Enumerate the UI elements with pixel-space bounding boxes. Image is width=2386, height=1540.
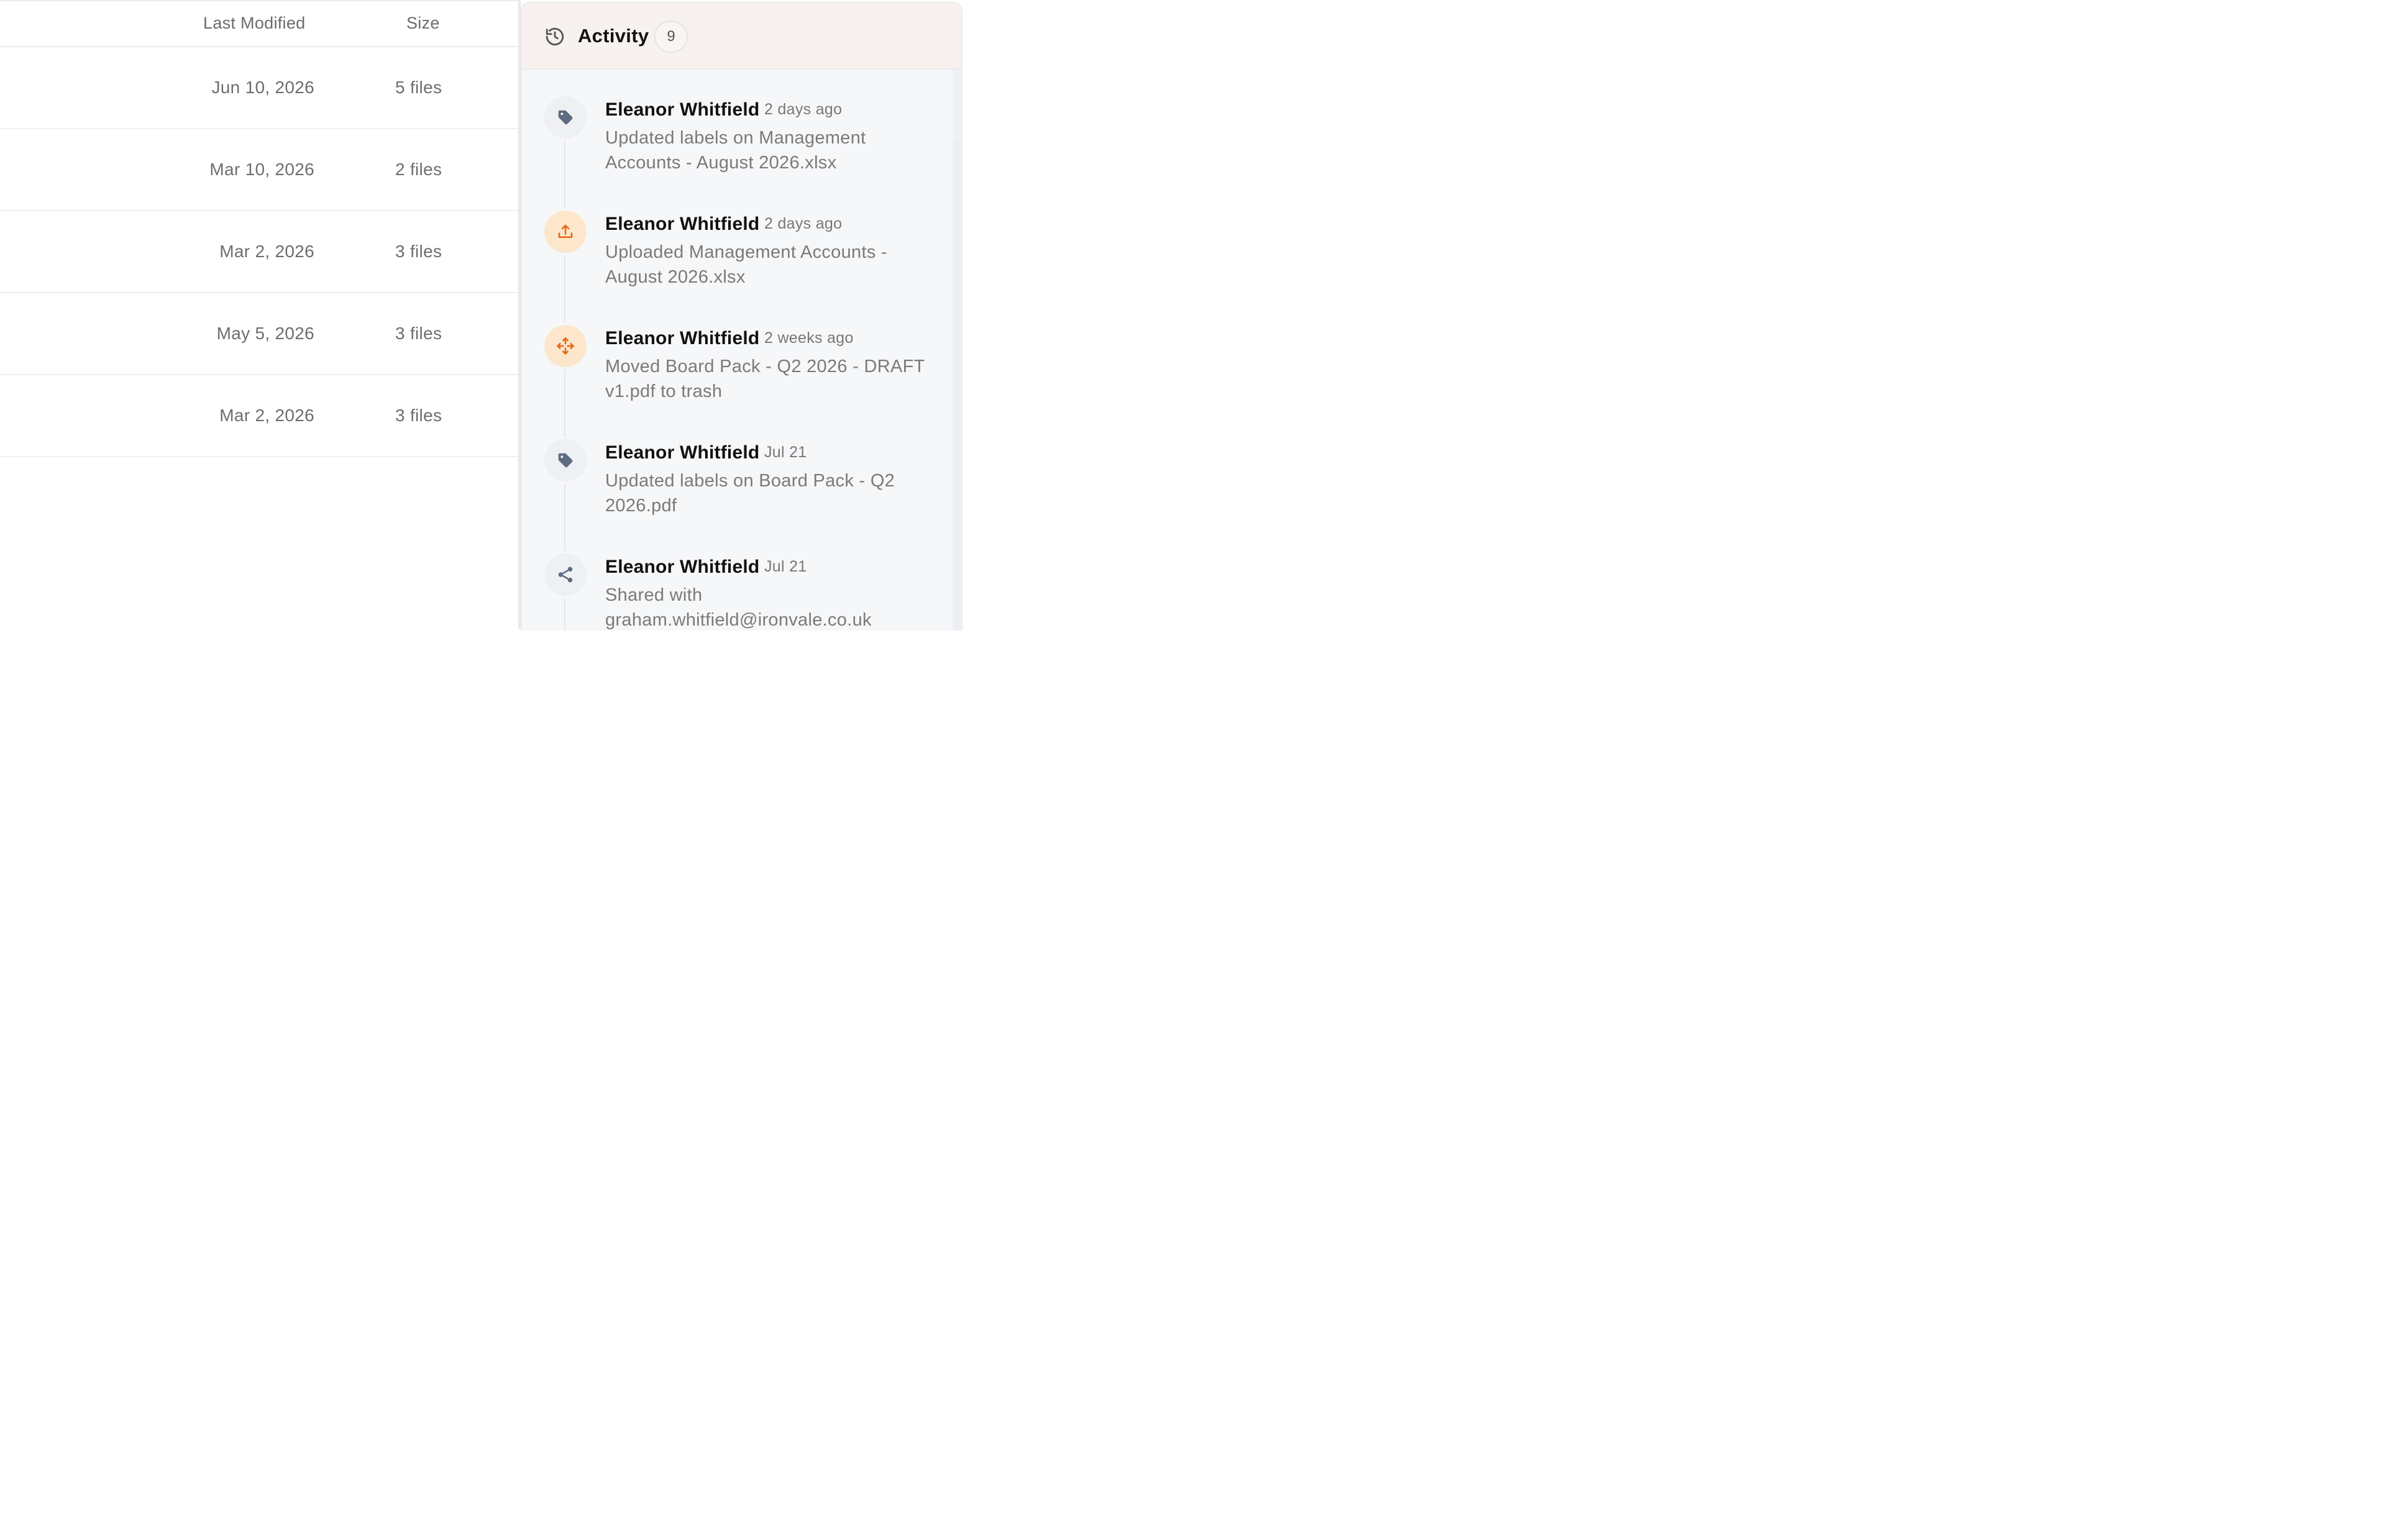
file-table: Last Modified Size Jun 10, 2026 5 files … (0, 0, 518, 629)
activity-description: Updated labels on Management Accounts - … (605, 128, 866, 173)
table-row[interactable]: Mar 2, 2026 3 files (0, 375, 518, 457)
activity-feed[interactable]: Eleanor Whitfield 2 days ago Updated lab… (522, 70, 955, 631)
tag-icon (544, 96, 587, 139)
activity-author: Eleanor Whitfield (605, 99, 760, 120)
cell-size: 3 files (395, 406, 442, 425)
table-row[interactable]: Mar 10, 2026 2 files (0, 129, 518, 211)
history-icon (546, 27, 564, 46)
activity-title: Activity (578, 25, 649, 47)
activity-description: Moved Board Pack - Q2 2026 - DRAFT v1.pd… (605, 357, 925, 401)
tag-icon (544, 439, 587, 481)
cell-last-modified: May 5, 2026 (216, 324, 314, 343)
activity-panel: Activity 9 Eleanor Whitfield 2 days ago … (521, 2, 962, 631)
table-row[interactable]: Jun 10, 2026 5 files (0, 47, 518, 129)
activity-author: Eleanor Whitfield (605, 214, 760, 234)
activity-time: 2 weeks ago (764, 329, 854, 347)
activity-time: Jul 21 (764, 558, 807, 575)
table-row[interactable]: May 5, 2026 3 files (0, 293, 518, 375)
activity-header: Activity 9 (522, 3, 961, 70)
cell-last-modified: Jun 10, 2026 (211, 78, 314, 97)
scrollbar-thumb[interactable] (954, 139, 960, 631)
activity-time: Jul 21 (764, 444, 807, 461)
activity-description: Shared with graham.whitfield@ironvale.co… (605, 585, 872, 630)
cell-last-modified: Mar 2, 2026 (219, 242, 314, 261)
activity-description: Updated labels on Board Pack - Q2 2026.p… (605, 471, 895, 516)
upload-icon (544, 211, 587, 253)
move-icon (544, 325, 587, 367)
activity-description: Uploaded Management Accounts - August 20… (605, 242, 887, 287)
share-icon (544, 554, 587, 596)
cell-last-modified: Mar 2, 2026 (219, 406, 314, 425)
activity-time: 2 days ago (764, 215, 843, 232)
column-header-last-modified[interactable]: Last Modified (203, 14, 306, 33)
column-header-size[interactable]: Size (406, 14, 440, 33)
activity-scrollbar[interactable] (953, 70, 961, 631)
cell-size: 2 files (395, 160, 442, 179)
activity-author: Eleanor Whitfield (605, 442, 760, 463)
cell-size: 5 files (395, 78, 442, 97)
activity-author: Eleanor Whitfield (605, 557, 760, 577)
activity-author: Eleanor Whitfield (605, 328, 760, 349)
activity-count-badge: 9 (654, 21, 688, 53)
cell-size: 3 files (395, 324, 442, 343)
table-header: Last Modified Size (0, 1, 518, 47)
cell-last-modified: Mar 10, 2026 (209, 160, 314, 179)
table-row[interactable]: Mar 2, 2026 3 files (0, 211, 518, 293)
activity-time: 2 days ago (764, 101, 843, 118)
cell-size: 3 files (395, 242, 442, 261)
